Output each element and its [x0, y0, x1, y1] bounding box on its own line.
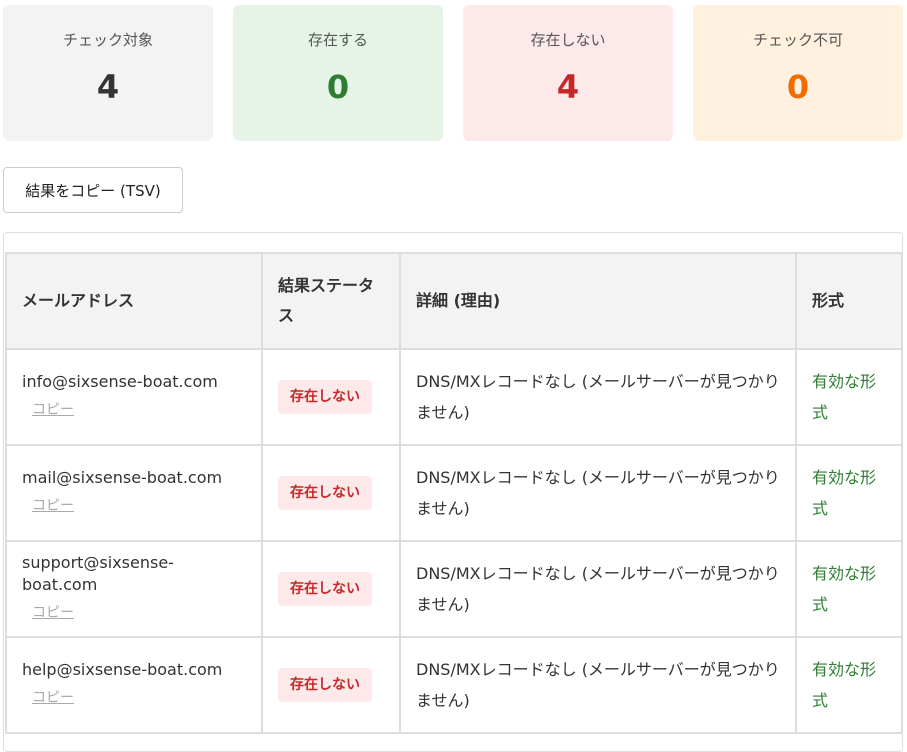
email-cell: info@sixsense-boat.com コピー — [5, 348, 263, 446]
table-row: info@sixsense-boat.com コピー 存在しない DNS/MXレ… — [5, 348, 903, 446]
summary-cards: チェック対象 4 存在する 0 存在しない 4 チェック不可 0 — [3, 5, 903, 141]
format-cell: 有効な形式 — [795, 540, 903, 638]
email-address: info@sixsense-boat.com — [22, 371, 218, 391]
stat-card-missing: 存在しない 4 — [463, 5, 673, 141]
copy-email-link[interactable]: コピー — [32, 401, 74, 419]
status-badge: 存在しない — [278, 668, 372, 702]
detail-cell: DNS/MXレコードなし (メールサーバーが見つかりません) — [399, 540, 797, 638]
stat-label: チェック不可 — [752, 31, 843, 49]
email-cell: support@sixsense-boat.com コピー — [5, 540, 263, 638]
stat-card-target: チェック対象 4 — [3, 5, 213, 141]
column-header-email: メールアドレス — [5, 252, 263, 350]
stat-label: チェック対象 — [62, 31, 153, 49]
results-table: メールアドレス 結果ステータス 詳細 (理由) 形式 info@sixsense… — [5, 252, 903, 734]
table-row: support@sixsense-boat.com コピー 存在しない DNS/… — [5, 540, 903, 638]
status-cell: 存在しない — [261, 348, 401, 446]
format-cell: 有効な形式 — [795, 444, 903, 542]
column-header-format: 形式 — [795, 252, 903, 350]
copy-email-link[interactable]: コピー — [32, 604, 74, 622]
email-address: mail@sixsense-boat.com — [22, 467, 223, 487]
detail-cell: DNS/MXレコードなし (メールサーバーが見つかりません) — [399, 636, 797, 734]
column-header-detail: 詳細 (理由) — [399, 252, 797, 350]
stat-card-unknown: チェック不可 0 — [693, 5, 903, 141]
table-row: mail@sixsense-boat.com コピー 存在しない DNS/MXレ… — [5, 444, 903, 542]
stat-value: 0 — [326, 68, 350, 106]
status-cell: 存在しない — [261, 444, 401, 542]
stat-label: 存在しない — [530, 31, 606, 49]
email-address: help@sixsense-boat.com — [22, 659, 223, 679]
format-cell: 有効な形式 — [795, 636, 903, 734]
stat-value: 4 — [556, 68, 580, 106]
format-cell: 有効な形式 — [795, 348, 903, 446]
copy-email-link[interactable]: コピー — [32, 689, 74, 707]
email-address: support@sixsense-boat.com — [22, 552, 174, 594]
stat-card-exists: 存在する 0 — [233, 5, 443, 141]
copy-email-link[interactable]: コピー — [32, 497, 74, 515]
stat-label: 存在する — [307, 31, 368, 49]
column-header-status: 結果ステータス — [261, 252, 401, 350]
detail-cell: DNS/MXレコードなし (メールサーバーが見つかりません) — [399, 348, 797, 446]
status-cell: 存在しない — [261, 636, 401, 734]
email-cell: mail@sixsense-boat.com コピー — [5, 444, 263, 542]
status-badge: 存在しない — [278, 572, 372, 606]
detail-cell: DNS/MXレコードなし (メールサーバーが見つかりません) — [399, 444, 797, 542]
stat-value: 4 — [96, 68, 120, 106]
email-cell: help@sixsense-boat.com コピー — [5, 636, 263, 734]
status-badge: 存在しない — [278, 380, 372, 414]
table-header-row: メールアドレス 結果ステータス 詳細 (理由) 形式 — [5, 252, 903, 350]
results-table-container: メールアドレス 結果ステータス 詳細 (理由) 形式 info@sixsense… — [3, 232, 903, 752]
copy-results-button[interactable]: 結果をコピー (TSV) — [3, 167, 183, 213]
status-badge: 存在しない — [278, 476, 372, 510]
table-row: help@sixsense-boat.com コピー 存在しない DNS/MXレ… — [5, 636, 903, 734]
stat-value: 0 — [786, 68, 810, 106]
status-cell: 存在しない — [261, 540, 401, 638]
